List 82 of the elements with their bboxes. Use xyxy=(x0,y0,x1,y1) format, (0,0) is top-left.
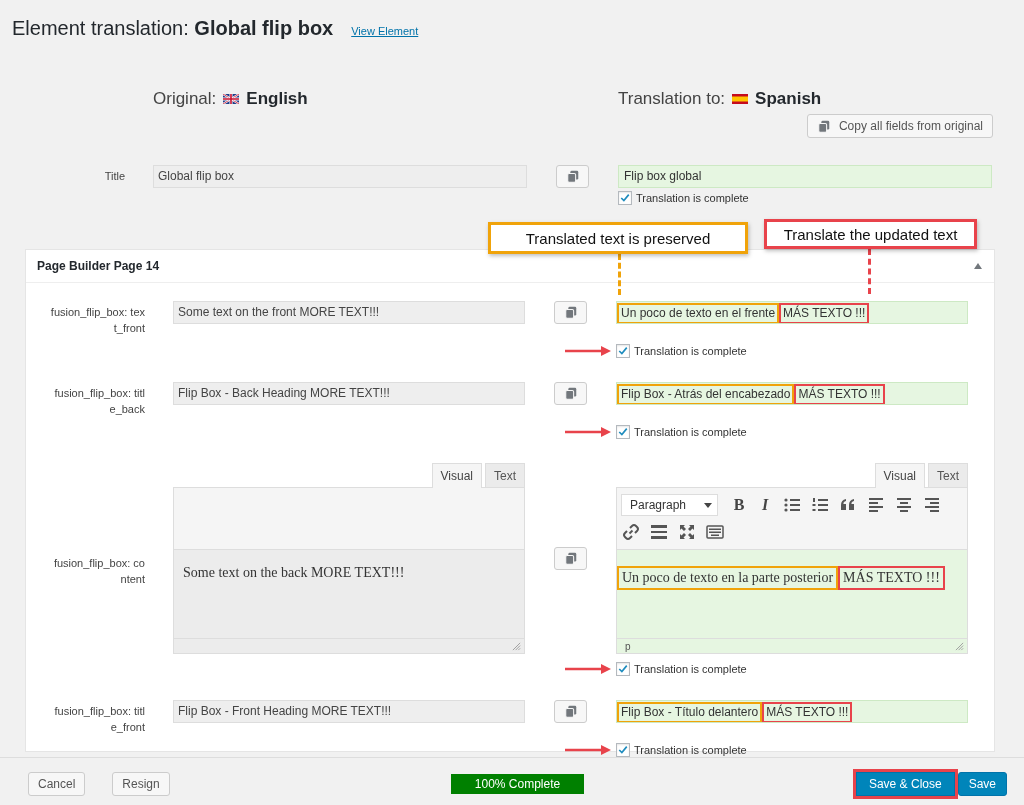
field-label: fusion_flip_box: content xyxy=(52,555,145,587)
field-label: Title xyxy=(104,169,125,184)
keyboard-icon[interactable] xyxy=(706,523,724,541)
field-label: fusion_flip_box: title_front xyxy=(53,704,145,735)
translation-field[interactable]: Flip box global xyxy=(618,165,992,188)
align-right-icon[interactable] xyxy=(923,496,941,514)
highlighted-text: MÁS TEXTO !!! xyxy=(762,702,853,722)
view-element-link[interactable]: View Element xyxy=(351,25,419,37)
highlighted-text: Un poco de texto en el frente xyxy=(617,303,780,323)
flag-icon xyxy=(223,94,240,104)
copy-button[interactable] xyxy=(554,301,587,324)
checkbox-label: Translation is complete xyxy=(634,744,747,756)
original-field: Global flip box xyxy=(153,165,527,188)
language-name: Spanish xyxy=(755,89,822,109)
fullscreen-icon[interactable] xyxy=(678,523,696,541)
checkbox-label: Translation is complete xyxy=(634,426,747,438)
original-field: Some text on the front MORE TEXT!!! xyxy=(173,301,525,324)
copy-icon xyxy=(563,704,578,719)
translation-field[interactable]: Flip Box - Título delantero MÁS TEXTO !!! xyxy=(616,700,968,723)
copy-button[interactable] xyxy=(554,547,587,570)
italic-button[interactable]: I xyxy=(756,494,774,516)
cancel-button[interactable]: Cancel xyxy=(28,771,86,796)
horizontal-line-icon[interactable] xyxy=(650,523,668,541)
copy-icon xyxy=(563,551,578,566)
field-label: fusion_flip_box: text_front xyxy=(49,305,145,336)
copy-icon xyxy=(565,169,580,184)
copy-button[interactable] xyxy=(554,700,587,723)
checkbox[interactable] xyxy=(618,191,632,205)
column-heading: Original: xyxy=(153,89,217,109)
copy-icon xyxy=(563,386,578,401)
resign-button[interactable]: Resign xyxy=(112,771,170,796)
highlighted-text: Flip Box - Atrás del encabezado xyxy=(617,384,795,404)
copy-icon xyxy=(816,118,831,134)
checkbox-label: Translation is complete xyxy=(636,192,749,204)
column-heading: Translation to: xyxy=(618,89,726,109)
original-field: Flip Box - Back Heading MORE TEXT!!! xyxy=(173,382,525,405)
original-editor: Some text on the back MORE TEXT!!! xyxy=(173,487,525,654)
checkbox-label: Translation is complete xyxy=(634,345,747,357)
checkbox-label: Translation is complete xyxy=(634,663,747,675)
path-indicator: p xyxy=(625,640,631,652)
translation-field[interactable]: Flip Box - Atrás del encabezado MÁS TEXTO !!! xyxy=(616,382,968,405)
callout-label: Translate the updated text xyxy=(764,219,977,249)
bullet-list-icon[interactable] xyxy=(783,496,801,514)
copy-all-button[interactable]: Copy all fields from original xyxy=(806,114,993,138)
format-select[interactable]: Paragraph xyxy=(621,494,718,516)
caret-icon xyxy=(704,502,712,508)
progress-label: 100% Complete xyxy=(473,775,562,793)
copy-icon xyxy=(563,305,578,320)
resize-handle-icon[interactable] xyxy=(955,641,964,651)
editor-tab[interactable]: Visual xyxy=(874,463,925,488)
checkbox[interactable] xyxy=(616,743,630,757)
collapse-icon[interactable] xyxy=(974,263,982,269)
field-label: fusion_flip_box: title_back xyxy=(53,386,145,417)
highlighted-text: MÁS TEXTO !!! xyxy=(838,566,945,590)
bold-button[interactable]: B xyxy=(730,494,748,516)
checkbox[interactable] xyxy=(616,662,630,676)
save-close-button[interactable]: Save & Close xyxy=(855,771,955,796)
translation-field[interactable]: Un poco de texto en el frente MÁS TEXTO !!! xyxy=(616,301,968,324)
highlighted-text: Un poco de texto en la parte posterior xyxy=(617,566,839,590)
callout-label: Translated text is preserved xyxy=(488,222,748,254)
link-icon[interactable] xyxy=(622,523,640,541)
editor-tab[interactable]: Text xyxy=(485,463,525,487)
highlighted-text: Flip Box - Título delantero xyxy=(617,702,763,722)
numbered-list-icon[interactable] xyxy=(811,496,829,514)
highlighted-text: MÁS TEXTO !!! xyxy=(779,303,870,323)
copy-button[interactable] xyxy=(554,382,587,405)
translation-editor[interactable]: Paragraph B I Un poco de texto en la parte posterior MÁS TEXTO !!! p xyxy=(616,487,968,654)
save-button[interactable]: Save xyxy=(957,771,1007,796)
page-title: Element translation: Global flip box xyxy=(12,16,334,40)
editor-tab[interactable]: Visual xyxy=(431,463,482,488)
flag-icon xyxy=(732,94,749,104)
original-field: Flip Box - Front Heading MORE TEXT!!! xyxy=(173,700,525,723)
language-name: English xyxy=(246,89,308,109)
highlighted-text: MÁS TEXTO !!! xyxy=(794,384,885,404)
section-title: Page Builder Page 14 xyxy=(37,259,160,273)
resize-handle-icon[interactable] xyxy=(512,641,521,651)
checkbox[interactable] xyxy=(616,425,630,439)
align-center-icon[interactable] xyxy=(895,496,913,514)
checkbox[interactable] xyxy=(616,344,630,358)
copy-button[interactable] xyxy=(556,165,589,188)
align-left-icon[interactable] xyxy=(867,496,885,514)
editor-tab[interactable]: Text xyxy=(928,463,968,487)
